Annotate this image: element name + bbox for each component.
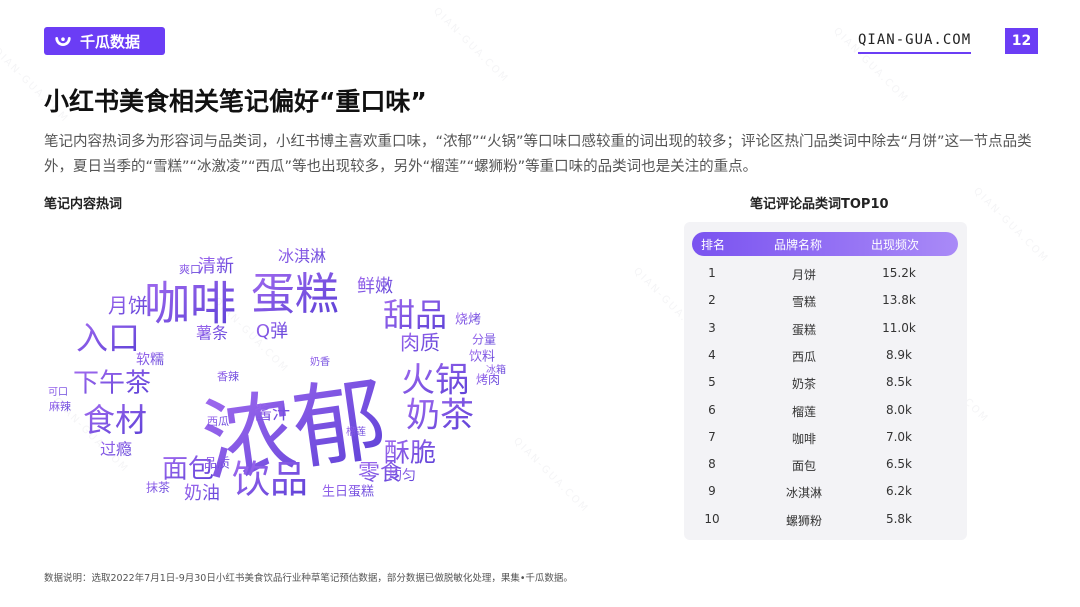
page-title: 小红书美食相关笔记偏好“重口味” xyxy=(44,87,427,116)
row-count: 13.8k xyxy=(882,293,916,308)
brand-logo-text: 千瓜数据 xyxy=(80,32,141,51)
cloud-word: 生日蛋糕 xyxy=(322,485,374,500)
row-name: 螺狮粉 xyxy=(785,513,822,528)
row-count: 11.0k xyxy=(882,320,916,335)
brand-logo[interactable]: 千瓜数据 xyxy=(44,27,165,55)
row-rank: 9 xyxy=(708,484,716,499)
cloud-word: 鲜嫩 xyxy=(357,276,393,297)
cloud-word: 冰箱 xyxy=(486,363,506,376)
table-row: 6 榴莲 8.0k xyxy=(684,397,967,424)
cloud-word: 烧烤 xyxy=(455,313,481,328)
cloud-word: 过瘾 xyxy=(100,440,132,459)
row-rank: 6 xyxy=(708,402,716,417)
cloud-word: 月饼 xyxy=(108,294,148,318)
cloud-word: 食材 xyxy=(83,401,147,439)
cloud-word: 抹茶 xyxy=(146,480,170,495)
row-rank: 1 xyxy=(708,266,716,280)
row-count: 7.0k xyxy=(885,429,913,444)
row-rank: 4 xyxy=(708,347,716,362)
header-name: 品牌名称 xyxy=(773,238,822,252)
cloud-word: Q弹 xyxy=(256,321,288,342)
row-count: 8.0k xyxy=(885,402,913,417)
row-rank: 5 xyxy=(708,375,716,390)
row-name: 西瓜 xyxy=(791,349,816,364)
site-url[interactable]: QIAN-GUA.COM xyxy=(858,32,972,54)
row-name: 奶茶 xyxy=(791,377,816,392)
row-rank: 2 xyxy=(708,293,716,308)
cloud-word: 肉质 xyxy=(400,331,440,355)
header-count: 出现频次 xyxy=(870,238,919,252)
row-count: 6.2k xyxy=(885,484,913,499)
cloud-word: 奶油 xyxy=(184,483,220,504)
cloud-word: 火锅 xyxy=(401,361,469,401)
table-row: 10 螺狮粉 5.8k xyxy=(684,506,967,533)
row-name: 面包 xyxy=(791,459,816,474)
qiangua-logo-icon xyxy=(55,36,71,46)
row-name: 雪糕 xyxy=(791,295,816,310)
cloud-word: 香辣 xyxy=(217,369,239,383)
row-rank: 8 xyxy=(708,457,716,472)
row-count: 15.2k xyxy=(882,266,916,280)
word-cloud: 浓郁咖啡 蛋糕 甜品火锅奶茶饮品食材入口下午茶面包酥脆零食月饼鲜嫩肉质酱汁清新 冰淇淋… xyxy=(48,247,506,505)
table-row: 3 蛋糕 11.0k xyxy=(684,315,967,342)
table-header: 排名 品牌名称 出现频次 xyxy=(692,232,958,256)
table-row: 7 咖啡 7.0k xyxy=(684,424,967,451)
cloud-word: 奶茶 xyxy=(406,396,474,436)
cloud-word: 榴莲 xyxy=(346,425,366,438)
cloud-word: 咖啡 xyxy=(144,277,236,331)
row-name: 咖啡 xyxy=(791,431,816,446)
cloud-word: 爽口 xyxy=(179,263,201,276)
table-title: 笔记评论品类词TOP10 xyxy=(750,197,889,212)
watermark-text: QIAN-GUA.COM xyxy=(430,5,511,86)
top10-table: 排名 品牌名称 出现频次 1 月饼 15.2k 2 雪糕 13.8k 3 蛋糕 11.0k 4 西瓜… xyxy=(684,222,967,540)
cloud-word: 可口 xyxy=(48,387,68,398)
cloud-word: 软糯 xyxy=(136,352,164,368)
page-number: 12 xyxy=(1005,28,1038,54)
row-count: 5.8k xyxy=(885,511,913,526)
header-rank: 排名 xyxy=(700,238,725,252)
cloud-word: 下午茶 xyxy=(73,369,151,399)
cloud-word: 西瓜 xyxy=(207,415,229,428)
table-row: 4 西瓜 8.9k xyxy=(684,342,967,369)
table-row: 1 月饼 15.2k xyxy=(684,260,967,287)
row-count: 6.5k xyxy=(885,457,913,472)
cloud-word: 奶香 xyxy=(310,356,330,368)
cloud-word: 入口 xyxy=(76,319,140,357)
row-rank: 10 xyxy=(704,511,720,526)
row-name: 月饼 xyxy=(791,268,816,282)
table-row: 5 奶茶 8.5k xyxy=(684,369,967,396)
table-row: 9 冰淇淋 6.2k xyxy=(684,478,967,505)
row-name: 蛋糕 xyxy=(791,322,816,337)
row-rank: 7 xyxy=(708,429,716,444)
cloud-word: 饮料 xyxy=(469,350,495,365)
cloud-word: 冰淇淋 xyxy=(278,247,326,266)
table-row: 2 雪糕 13.8k xyxy=(684,287,967,314)
row-count: 8.9k xyxy=(885,347,913,362)
cloud-word: 清新 xyxy=(198,256,234,277)
cloud-word: 品质 xyxy=(204,457,230,472)
data-footnote: 数据说明：选取2022年7月1日-9月30日小红书美食饮品行业种草笔记预估数据，… xyxy=(44,573,573,584)
word-cloud-title: 笔记内容热词 xyxy=(44,197,123,212)
watermark-text: QIAN-GUA.COM xyxy=(970,185,1051,266)
row-rank: 3 xyxy=(708,320,716,335)
row-name: 冰淇淋 xyxy=(785,486,822,501)
cloud-word: 甜品 xyxy=(383,296,447,334)
row-count: 8.5k xyxy=(885,375,913,390)
cloud-word: 分量 xyxy=(472,333,496,347)
cloud-word: 酱汁 xyxy=(254,403,290,424)
row-name: 榴莲 xyxy=(791,404,816,419)
page-description: 笔记内容热词多为形容词与品类词，小红书博主喜欢重口味，“浓郁”“火锅”等口味口感… xyxy=(44,134,1032,175)
cloud-word: 均匀 xyxy=(388,468,416,484)
cloud-word: 蛋糕 xyxy=(251,269,339,320)
watermark-text: QIAN-GUA.COM xyxy=(510,435,591,516)
table-row: 8 面包 6.5k xyxy=(684,451,967,478)
cloud-word: 饮品 xyxy=(232,458,308,502)
cloud-word: 麻辣 xyxy=(49,399,71,413)
cloud-word: 薯条 xyxy=(196,324,228,343)
